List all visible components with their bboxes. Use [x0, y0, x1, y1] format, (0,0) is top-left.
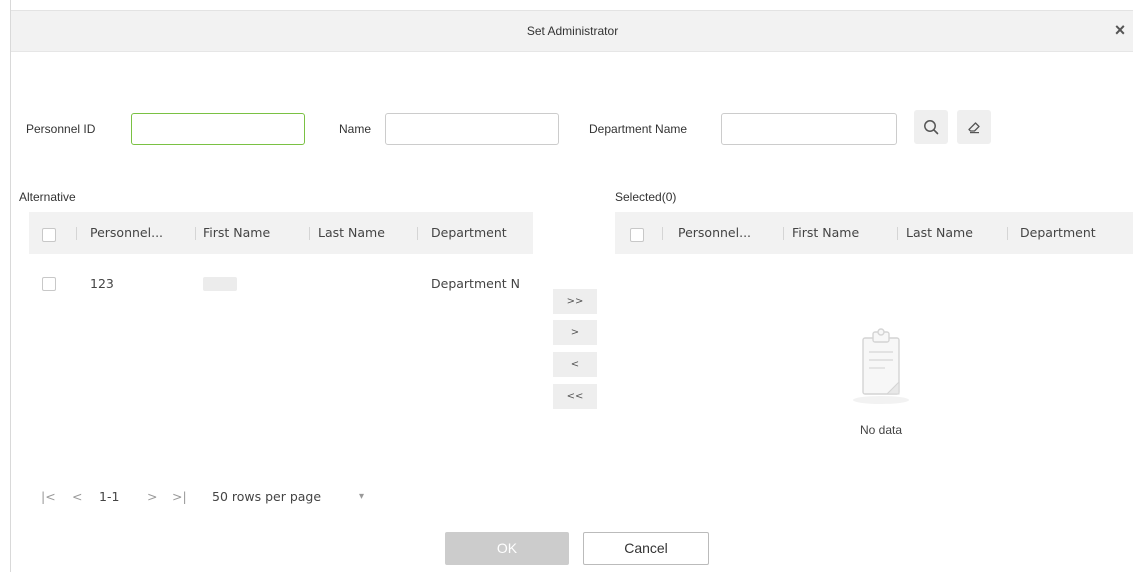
dialog-titlebar: Set Administrator ×	[11, 10, 1133, 52]
eraser-icon	[968, 122, 980, 134]
move-right-button[interactable]: >	[553, 320, 597, 346]
name-label: Name	[339, 122, 372, 136]
search-icon	[924, 120, 939, 135]
row-personnel-id: 123	[90, 276, 114, 291]
personnel-id-input[interactable]	[131, 113, 305, 145]
department-name-label: Department Name	[589, 122, 688, 136]
column-separator	[195, 227, 196, 240]
first-page-button[interactable]: |<	[41, 482, 56, 512]
prev-page-button[interactable]: <	[72, 482, 82, 512]
no-data-text: No data	[859, 423, 903, 437]
search-button[interactable]	[914, 110, 948, 144]
alternative-select-all-checkbox[interactable]	[42, 228, 56, 242]
alternative-col-personnel[interactable]: Personnel...	[90, 212, 195, 254]
move-left-button[interactable]: <	[553, 352, 597, 378]
column-separator	[897, 227, 898, 240]
personnel-id-label: Personnel ID	[26, 122, 96, 136]
column-separator	[783, 227, 784, 240]
move-all-left-button[interactable]: <<	[553, 384, 597, 410]
selected-col-personnel[interactable]: Personnel...	[678, 212, 783, 254]
selected-col-last-name[interactable]: Last Name	[906, 212, 998, 254]
row-first-name-redacted	[203, 277, 237, 291]
clipboard-icon	[853, 328, 909, 404]
set-administrator-dialog: Set Administrator × Personnel ID Name De…	[10, 0, 1133, 572]
name-input[interactable]	[385, 113, 559, 145]
last-page-button[interactable]: >|	[172, 482, 187, 512]
selected-col-department[interactable]: Department	[1020, 212, 1130, 254]
move-all-right-button[interactable]: >>	[553, 289, 597, 315]
column-separator	[76, 227, 77, 240]
department-name-input[interactable]	[721, 113, 897, 145]
row-checkbox[interactable]	[42, 277, 56, 291]
alternative-col-department[interactable]: Department	[431, 212, 533, 254]
alternative-label: Alternative	[19, 190, 76, 204]
cancel-button[interactable]: Cancel	[583, 532, 709, 565]
page-range: 1-1	[99, 489, 120, 504]
column-separator	[662, 227, 663, 240]
close-icon[interactable]: ×	[1110, 20, 1130, 40]
column-separator	[309, 227, 310, 240]
chevron-down-icon[interactable]: ▾	[359, 482, 364, 512]
next-page-button[interactable]: >	[147, 482, 157, 512]
rows-per-page-select[interactable]: 50 rows per page	[212, 482, 321, 512]
selected-grid-header: Personnel... First Name Last Name Depart…	[615, 212, 1133, 254]
alternative-col-last-name[interactable]: Last Name	[318, 212, 408, 254]
alternative-grid-header: Personnel... First Name Last Name Depart…	[29, 212, 533, 254]
table-row[interactable]: 123 Department N	[29, 266, 533, 302]
clear-button[interactable]	[957, 110, 991, 144]
alternative-col-first-name[interactable]: First Name	[203, 212, 303, 254]
selected-select-all-checkbox[interactable]	[630, 228, 644, 242]
dialog-title: Set Administrator	[526, 24, 619, 38]
ok-button[interactable]: OK	[445, 532, 569, 565]
pagination: |< < 1-1 > >| 50 rows per page ▾	[29, 482, 449, 512]
selected-col-first-name[interactable]: First Name	[792, 212, 892, 254]
column-separator	[417, 227, 418, 240]
column-separator	[1007, 227, 1008, 240]
row-department: Department N	[431, 276, 520, 291]
selected-label: Selected(0)	[615, 190, 677, 204]
